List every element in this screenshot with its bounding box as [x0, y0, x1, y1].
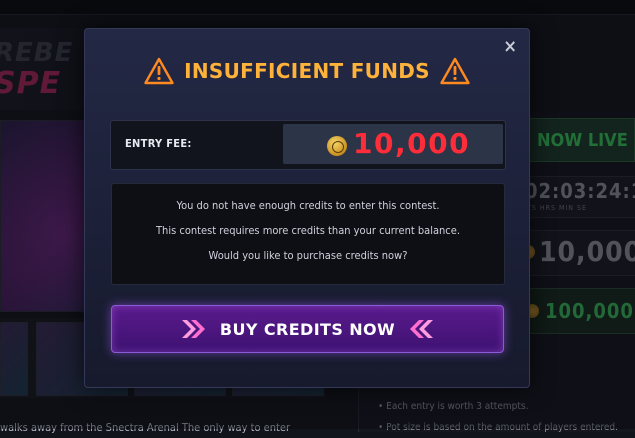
- buy-credits-button[interactable]: BUY CREDITS NOW: [111, 305, 504, 353]
- double-chevron-right-icon: [181, 320, 205, 338]
- message-line: This contest requires more credits than …: [156, 224, 460, 237]
- message-line: You do not have enough credits to enter …: [176, 199, 440, 212]
- close-icon[interactable]: ×: [503, 35, 517, 59]
- entry-fee-display: 10,000: [283, 124, 503, 164]
- warning-triangle-icon: [144, 57, 174, 85]
- entry-fee-row: ENTRY FEE: 10,000: [110, 120, 506, 170]
- message-line: Would you like to purchase credits now?: [208, 249, 408, 262]
- buy-credits-label: BUY CREDITS NOW: [219, 319, 396, 339]
- modal-title: INSUFFICIENT FUNDS: [184, 59, 430, 83]
- double-chevron-left-icon: [410, 320, 434, 338]
- insufficient-funds-modal: × INSUFFICIENT FUNDS ENTRY FEE: 10,000 Y…: [84, 28, 530, 388]
- coin-icon: [327, 136, 347, 156]
- warning-triangle-icon: [440, 57, 470, 85]
- message-panel: You do not have enough credits to enter …: [111, 183, 505, 285]
- entry-fee-label: ENTRY FEE:: [125, 137, 192, 150]
- entry-fee-value: 10,000: [353, 127, 471, 160]
- modal-header: INSUFFICIENT FUNDS: [85, 57, 529, 93]
